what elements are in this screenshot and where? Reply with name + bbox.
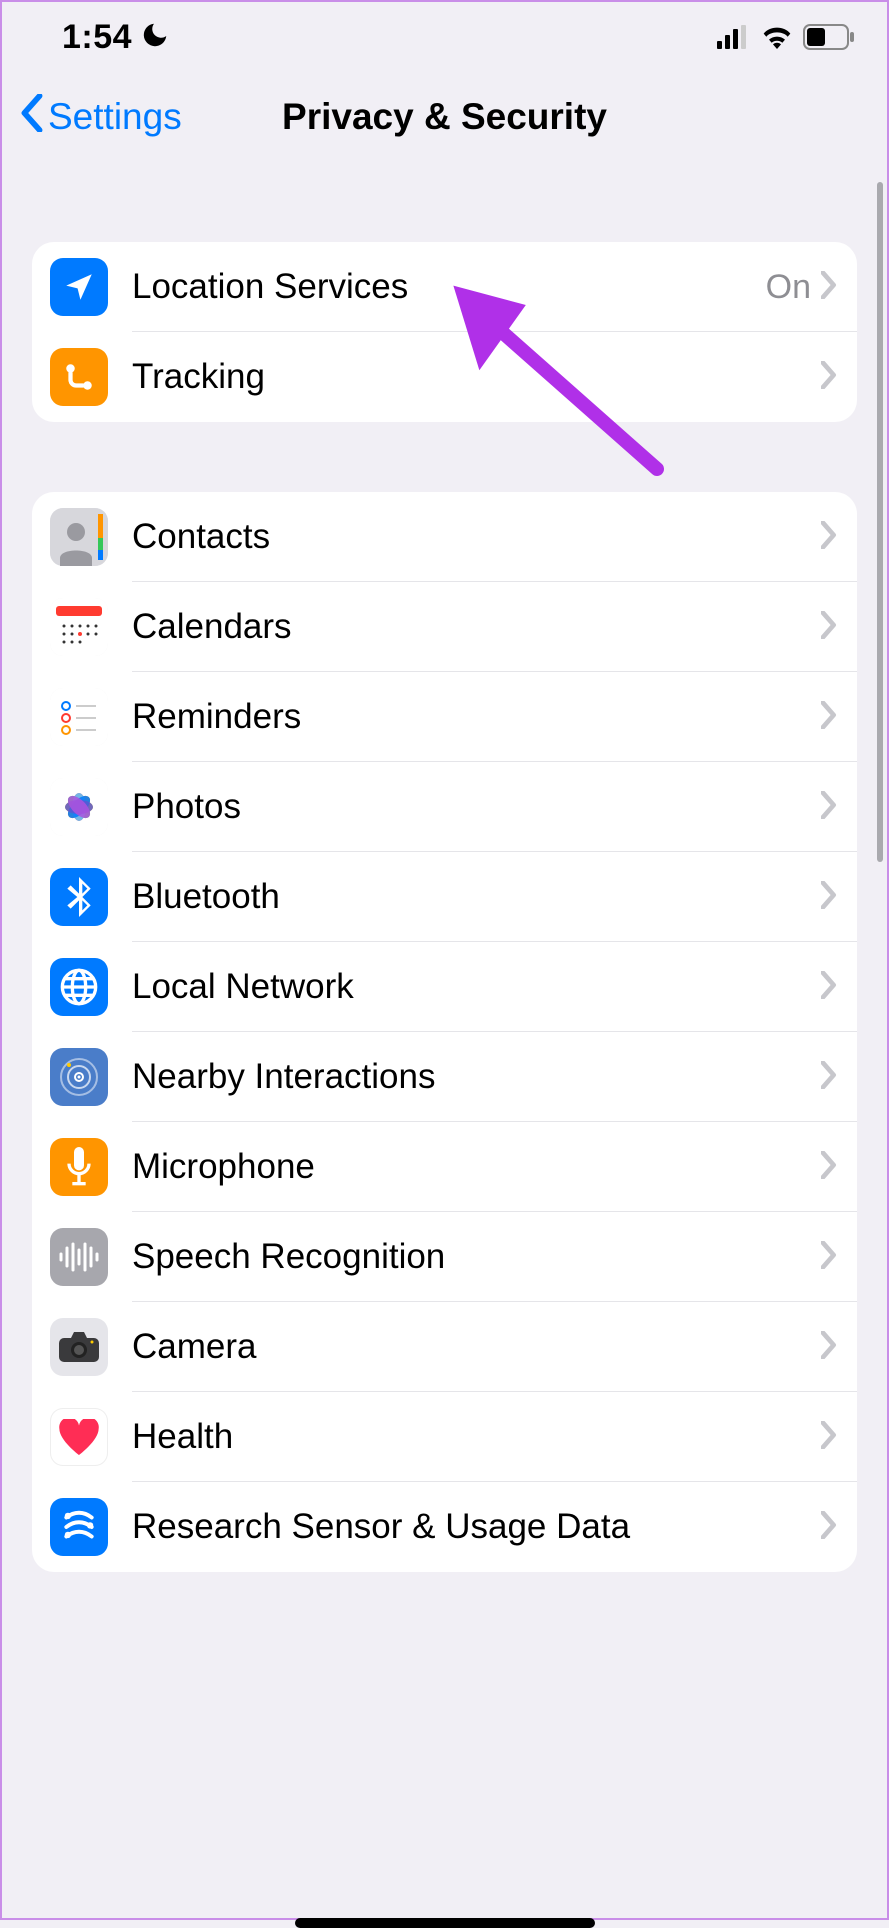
tracking-icon: [50, 348, 108, 406]
row-label: Nearby Interactions: [132, 1057, 821, 1097]
camera-icon: [50, 1318, 108, 1376]
row-label: Microphone: [132, 1147, 821, 1187]
row-label: Bluetooth: [132, 877, 821, 917]
chevron-right-icon: [821, 361, 837, 394]
do-not-disturb-icon: [140, 20, 170, 55]
chevron-right-icon: [821, 1331, 837, 1364]
row-label: Calendars: [132, 607, 821, 647]
row-nearby-interactions[interactable]: Nearby Interactions: [32, 1032, 857, 1122]
row-label: Camera: [132, 1327, 821, 1367]
row-camera[interactable]: Camera: [32, 1302, 857, 1392]
row-tracking[interactable]: Tracking: [32, 332, 857, 422]
status-bar: 1:54: [2, 2, 887, 72]
nav-bar: Settings Privacy & Security: [2, 72, 887, 162]
bluetooth-icon: [50, 868, 108, 926]
row-label: Reminders: [132, 697, 821, 737]
row-health[interactable]: Health: [32, 1392, 857, 1482]
row-location-services[interactable]: Location Services On: [32, 242, 857, 332]
row-reminders[interactable]: Reminders: [32, 672, 857, 762]
chevron-right-icon: [821, 611, 837, 644]
waveform-icon: [50, 1228, 108, 1286]
row-calendars[interactable]: Calendars: [32, 582, 857, 672]
research-icon: [50, 1498, 108, 1556]
nearby-icon: [50, 1048, 108, 1106]
row-label: Local Network: [132, 967, 821, 1007]
chevron-right-icon: [821, 971, 837, 1004]
status-time: 1:54: [62, 18, 132, 57]
row-value: On: [766, 268, 811, 307]
reminders-icon: [50, 688, 108, 746]
contacts-icon: [50, 508, 108, 566]
chevron-right-icon: [821, 1061, 837, 1094]
row-speech-recognition[interactable]: Speech Recognition: [32, 1212, 857, 1302]
chevron-right-icon: [821, 701, 837, 734]
scrollbar[interactable]: [877, 182, 883, 862]
row-microphone[interactable]: Microphone: [32, 1122, 857, 1212]
settings-group-location: Location Services On Tracking: [32, 242, 857, 422]
chevron-right-icon: [821, 1421, 837, 1454]
row-local-network[interactable]: Local Network: [32, 942, 857, 1032]
chevron-right-icon: [821, 1241, 837, 1274]
settings-group-apps: Contacts Calendars Reminders Photos: [32, 492, 857, 1572]
row-label: Research Sensor & Usage Data: [132, 1507, 821, 1547]
row-label: Speech Recognition: [132, 1237, 821, 1277]
chevron-right-icon: [821, 521, 837, 554]
chevron-right-icon: [821, 271, 837, 304]
cellular-icon: [717, 25, 751, 49]
location-arrow-icon: [50, 258, 108, 316]
row-contacts[interactable]: Contacts: [32, 492, 857, 582]
row-photos[interactable]: Photos: [32, 762, 857, 852]
row-research-sensor[interactable]: Research Sensor & Usage Data: [32, 1482, 857, 1572]
back-label: Settings: [48, 96, 182, 138]
status-right: [717, 24, 855, 50]
heart-icon: [50, 1408, 108, 1466]
chevron-right-icon: [821, 1151, 837, 1184]
microphone-icon: [50, 1138, 108, 1196]
row-bluetooth[interactable]: Bluetooth: [32, 852, 857, 942]
battery-icon: [803, 24, 855, 50]
row-label: Health: [132, 1417, 821, 1457]
globe-icon: [50, 958, 108, 1016]
chevron-left-icon: [20, 94, 44, 141]
back-button[interactable]: Settings: [2, 94, 182, 141]
row-label: Tracking: [132, 357, 821, 397]
photos-icon: [50, 778, 108, 836]
row-label: Contacts: [132, 517, 821, 557]
calendar-icon: [50, 598, 108, 656]
chevron-right-icon: [821, 1511, 837, 1544]
row-label: Location Services: [132, 267, 766, 307]
wifi-icon: [761, 25, 793, 49]
chevron-right-icon: [821, 881, 837, 914]
chevron-right-icon: [821, 791, 837, 824]
row-label: Photos: [132, 787, 821, 827]
